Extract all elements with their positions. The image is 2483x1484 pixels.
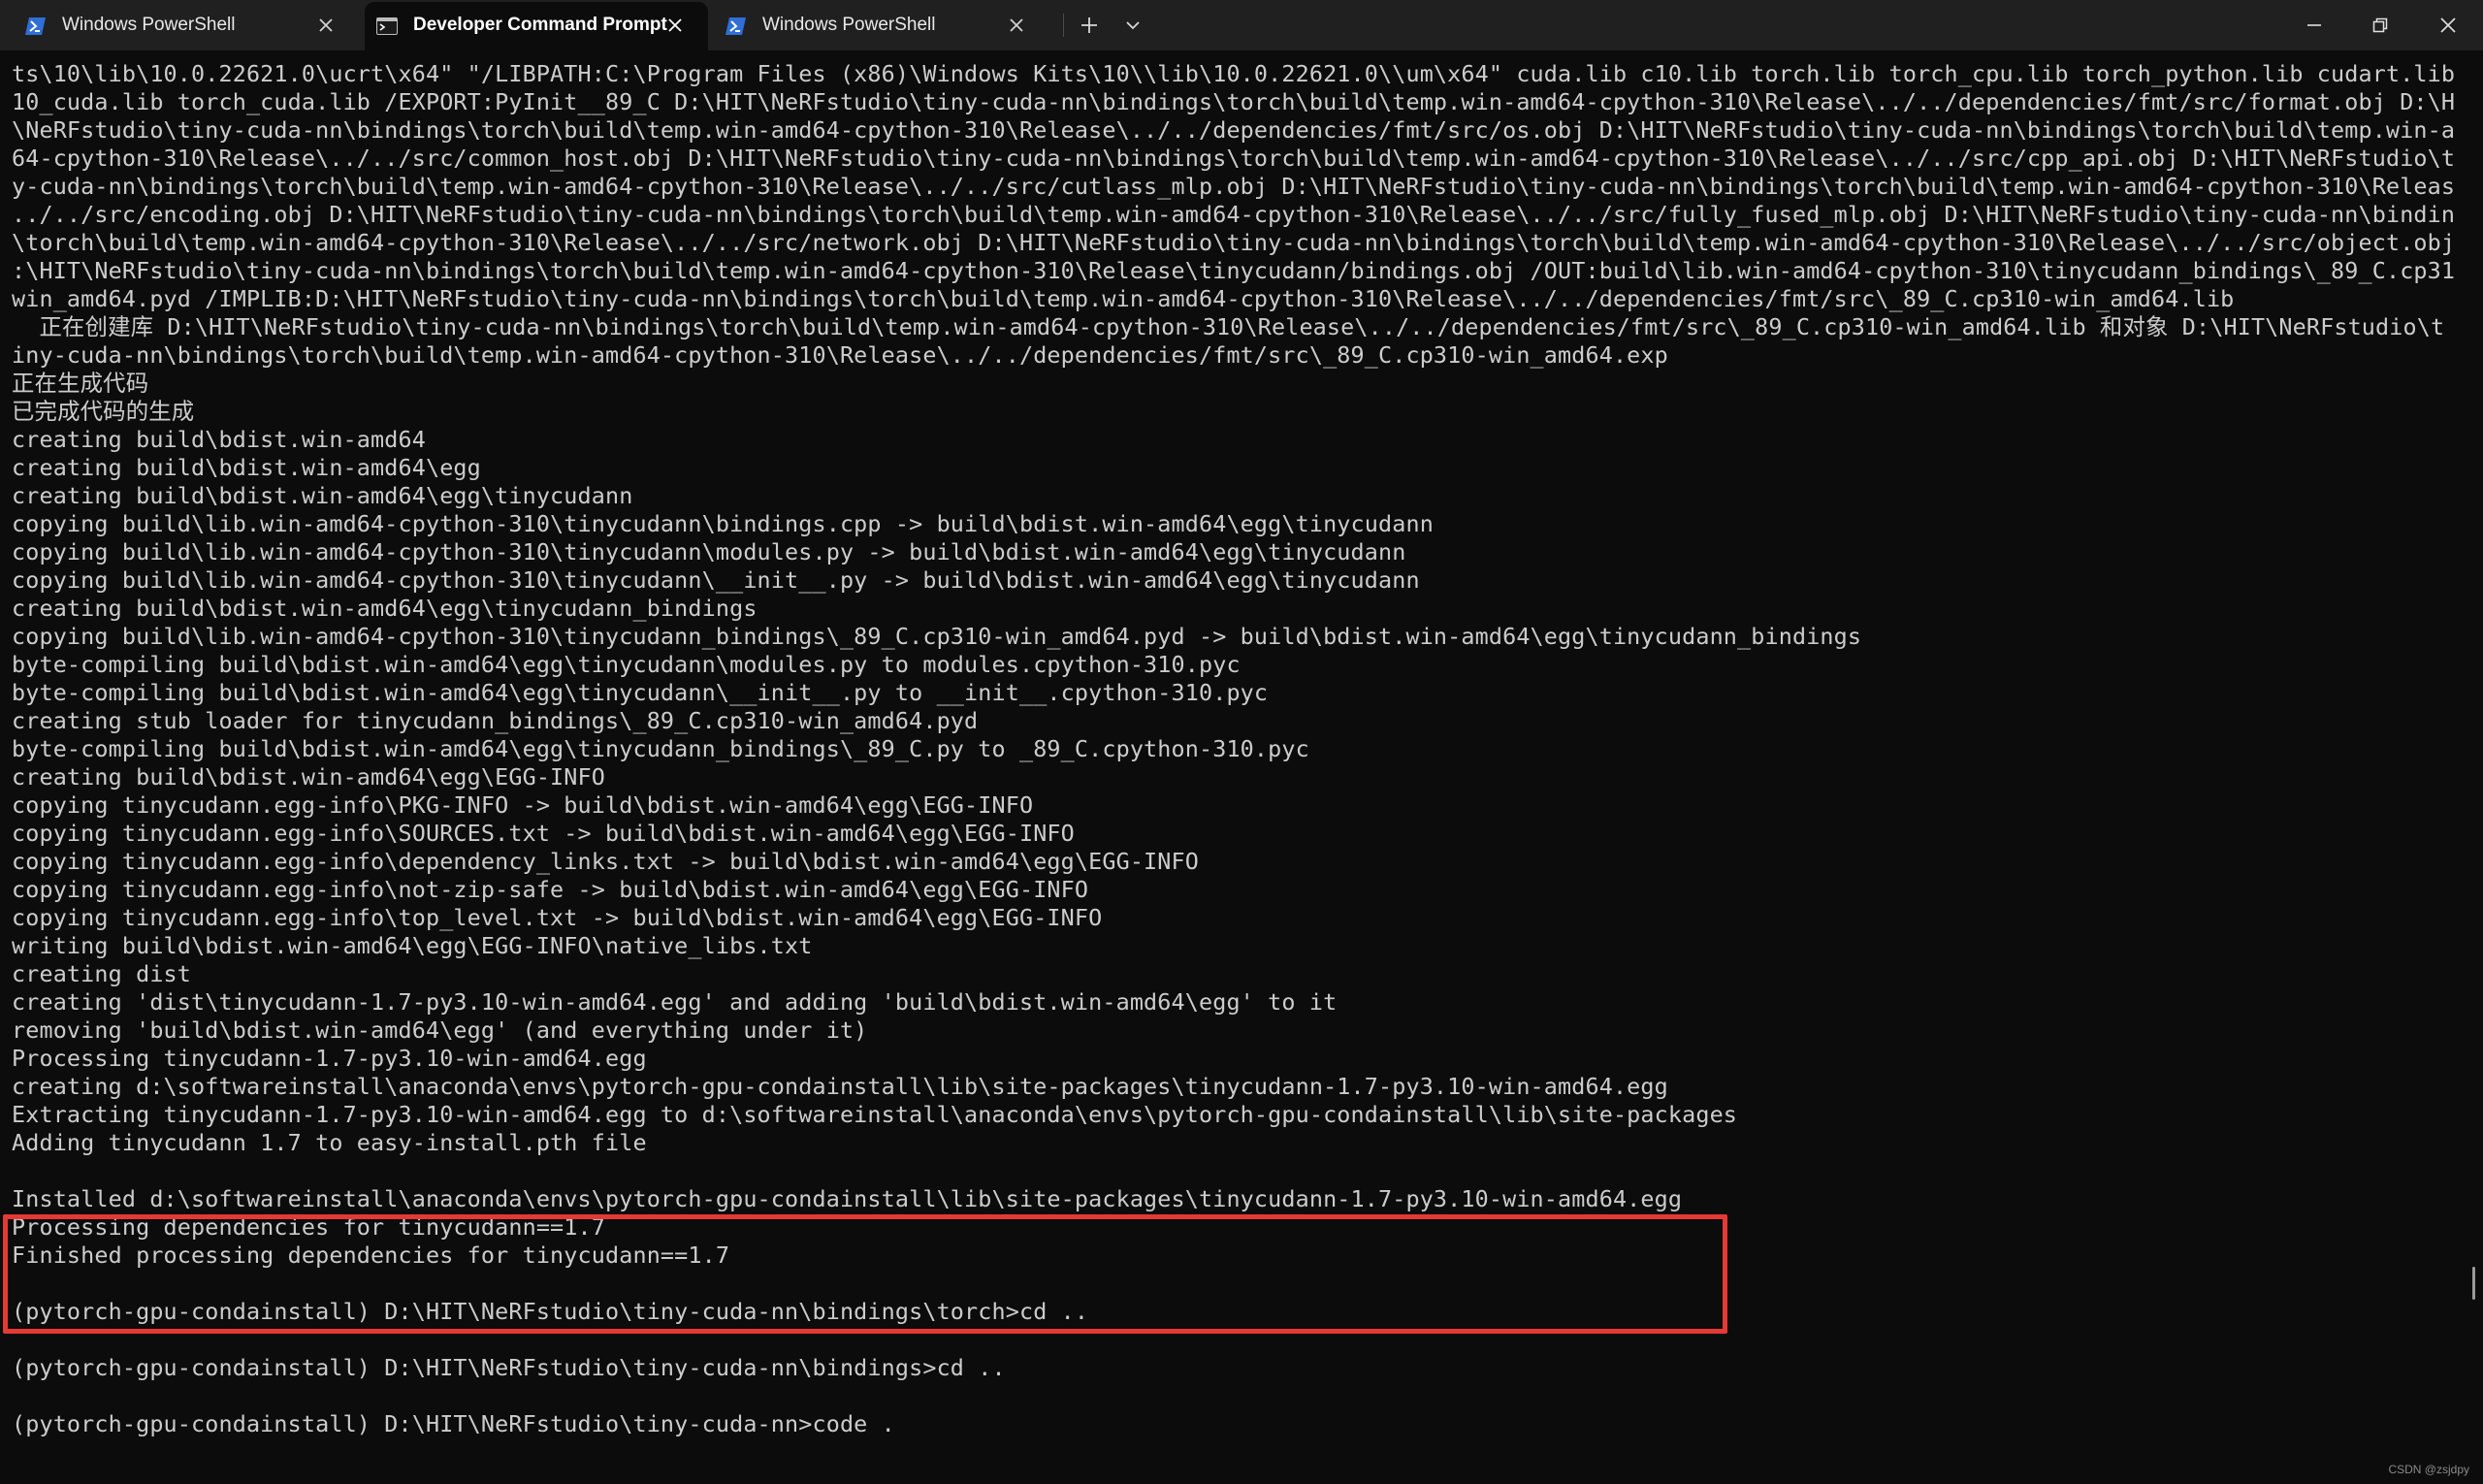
close-tab-icon[interactable] <box>663 14 687 37</box>
terminal-line: creating stub loader for tinycudann_bind… <box>12 707 979 734</box>
terminal-line: copying build\lib.win-amd64-cpython-310\… <box>12 566 1420 594</box>
terminal-line: copying build\lib.win-amd64-cpython-310\… <box>12 623 1862 650</box>
terminal-line: creating 'dist\tinycudann-1.7-py3.10-win… <box>12 988 1338 1016</box>
terminal-line: creating build\bdist.win-amd64\egg\tinyc… <box>12 595 758 622</box>
terminal-line: removing 'build\bdist.win-amd64\egg' (an… <box>12 1016 868 1044</box>
terminal-line: copying tinycudann.egg-info\SOURCES.txt … <box>12 820 1075 847</box>
tab-divider <box>1063 14 1064 37</box>
terminal-line: creating build\bdist.win-amd64 <box>12 426 426 453</box>
terminal-line: byte-compiling build\bdist.win-amd64\egg… <box>12 679 1269 706</box>
terminal-line: ../../src/encoding.obj D:\HIT\NeRFstudio… <box>12 201 2456 228</box>
terminal-line: copying tinycudann.egg-info\not-zip-safe… <box>12 876 1089 903</box>
tab-windows-powershell-2[interactable]: Windows PowerShell <box>714 2 1049 50</box>
terminal-line: \torch\build\temp.win-amd64-cpython-310\… <box>12 229 2456 256</box>
close-window-button[interactable] <box>2433 10 2464 41</box>
terminal-line: Extracting tinycudann-1.7-py3.10-win-amd… <box>12 1101 1738 1128</box>
terminal-line: 正在创建库 D:\HIT\NeRFstudio\tiny-cuda-nn\bin… <box>12 313 2445 340</box>
terminal-line: ts\10\lib\10.0.22621.0\ucrt\x64" "/LIBPA… <box>12 60 2456 87</box>
terminal-output[interactable]: ts\10\lib\10.0.22621.0\ucrt\x64" "/LIBPA… <box>0 50 2483 1484</box>
terminal-line: 正在生成代码 <box>12 370 149 397</box>
terminal-line: \NeRFstudio\tiny-cuda-nn\bindings\torch\… <box>12 116 2456 144</box>
tab-dropdown-button[interactable] <box>1117 10 1148 41</box>
tab-label: Windows PowerShell <box>62 15 236 35</box>
powershell-icon <box>726 16 747 36</box>
terminal-line: copying build\lib.win-amd64-cpython-310\… <box>12 510 1434 537</box>
terminal-line: creating d:\softwareinstall\anaconda\env… <box>12 1073 1668 1100</box>
terminal-line: 已完成代码的生成 <box>12 398 195 425</box>
close-tab-icon[interactable] <box>1005 14 1028 37</box>
plus-icon <box>1081 17 1097 33</box>
terminal-line: y-cuda-nn\bindings\torch\build\temp.win-… <box>12 173 2456 200</box>
terminal-line: 10_cuda.lib torch_cuda.lib /EXPORT:PyIni… <box>12 88 2456 115</box>
terminal-line: writing build\bdist.win-amd64\egg\EGG-IN… <box>12 932 813 959</box>
terminal-line: creating build\bdist.win-amd64\egg <box>12 454 481 481</box>
tab-developer-command-prompt[interactable]: Developer Command Prompt <box>365 2 708 50</box>
minimize-button[interactable] <box>2299 10 2330 41</box>
close-icon <box>2440 17 2456 33</box>
terminal-line: win_amd64.pyd /IMPLIB:D:\HIT\NeRFstudio\… <box>12 285 2235 312</box>
tab-label: Developer Command Prompt <box>413 15 667 35</box>
terminal-line: byte-compiling build\bdist.win-amd64\egg… <box>12 735 1309 762</box>
terminal-line: Adding tinycudann 1.7 to easy-install.pt… <box>12 1129 647 1156</box>
terminal-line: (pytorch-gpu-condainstall) D:\HIT\NeRFst… <box>12 1354 1006 1381</box>
terminal-line: Installed d:\softwareinstall\anaconda\en… <box>12 1185 1683 1212</box>
command-prompt-icon <box>376 16 398 36</box>
terminal-line: creating build\bdist.win-amd64\egg\EGG-I… <box>12 763 605 790</box>
terminal-line: byte-compiling build\bdist.win-amd64\egg… <box>12 651 1241 678</box>
terminal-line: copying tinycudann.egg-info\dependency_l… <box>12 848 1199 875</box>
tab-windows-powershell-1[interactable]: Windows PowerShell <box>0 2 359 50</box>
maximize-icon <box>2372 17 2388 33</box>
maximize-button[interactable] <box>2365 10 2396 41</box>
terminal-line: Processing tinycudann-1.7-py3.10-win-amd… <box>12 1045 647 1072</box>
watermark: CSDN @zsjdpy <box>2388 1463 2469 1476</box>
new-tab-button[interactable] <box>1074 10 1105 41</box>
terminal-line: copying build\lib.win-amd64-cpython-310\… <box>12 538 1406 565</box>
powershell-icon <box>25 16 47 36</box>
terminal-line: iny-cuda-nn\bindings\torch\build\temp.wi… <box>12 341 1668 369</box>
highlight-annotation-box <box>3 1214 1727 1334</box>
terminal-line: 64-cpython-310\Release\../../src/common_… <box>12 145 2456 172</box>
terminal-line: copying tinycudann.egg-info\top_level.tx… <box>12 904 1103 931</box>
close-tab-icon[interactable] <box>314 14 338 37</box>
terminal-line: creating build\bdist.win-amd64\egg\tinyc… <box>12 482 633 509</box>
chevron-down-icon <box>1126 21 1140 30</box>
minimize-icon <box>2307 24 2321 26</box>
tab-label: Windows PowerShell <box>762 15 936 35</box>
terminal-line: :\HIT\NeRFstudio\tiny-cuda-nn\bindings\t… <box>12 257 2456 284</box>
scrollbar-thumb[interactable] <box>2472 1267 2475 1300</box>
terminal-line: (pytorch-gpu-condainstall) D:\HIT\NeRFst… <box>12 1410 895 1437</box>
terminal-line: copying tinycudann.egg-info\PKG-INFO -> … <box>12 791 1034 819</box>
title-bar: Windows PowerShell Developer Command Pro… <box>0 0 2483 50</box>
terminal-line: creating dist <box>12 960 192 987</box>
